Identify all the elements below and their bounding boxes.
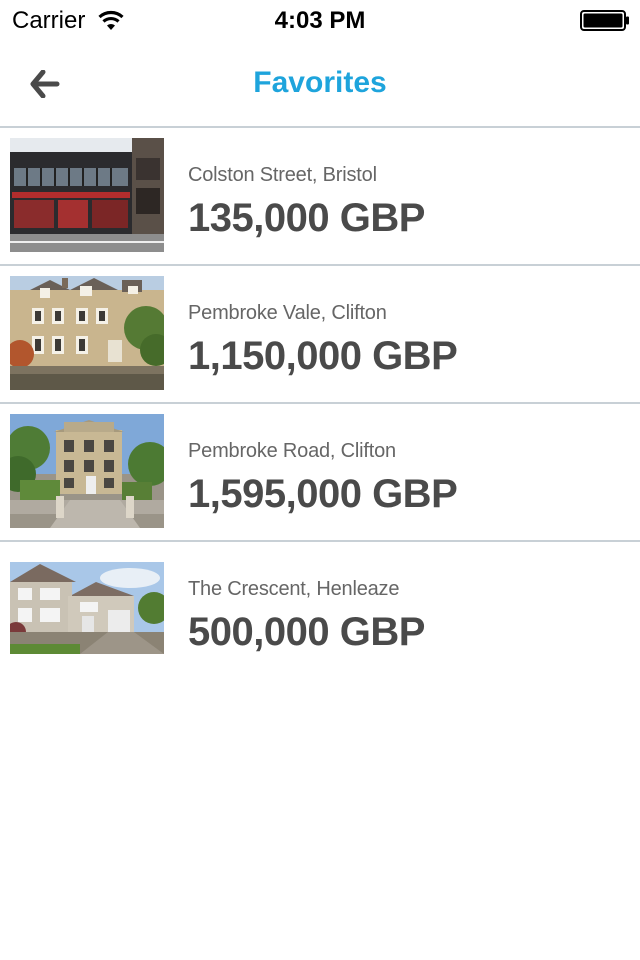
- property-price: 500,000 GBP: [188, 610, 425, 654]
- back-button[interactable]: [22, 62, 68, 106]
- favorites-list: Colston Street, Bristol 135,000 GBP Pemb…: [0, 128, 640, 680]
- property-thumbnail: [10, 552, 164, 666]
- property-thumbnail: [10, 138, 164, 252]
- property-address: Pembroke Road, Clifton: [188, 440, 396, 462]
- property-price: 1,595,000 GBP: [188, 472, 458, 516]
- property-price: 1,150,000 GBP: [188, 334, 458, 378]
- list-item[interactable]: The Crescent, Henleaze 500,000 GBP: [0, 542, 640, 680]
- list-item[interactable]: Colston Street, Bristol 135,000 GBP: [0, 128, 640, 266]
- property-address: The Crescent, Henleaze: [188, 578, 400, 600]
- back-arrow-icon: [30, 70, 60, 98]
- status-bar: Carrier 4:03 PM: [0, 0, 640, 40]
- navigation-bar: Favorites: [0, 40, 640, 128]
- page-title: Favorites: [253, 66, 387, 99]
- property-address: Colston Street, Bristol: [188, 164, 377, 186]
- property-thumbnail: [10, 414, 164, 528]
- battery-icon: [580, 10, 629, 31]
- property-address: Pembroke Vale, Clifton: [188, 302, 387, 324]
- clock-time: 4:03 PM: [274, 7, 366, 34]
- list-item[interactable]: Pembroke Vale, Clifton 1,150,000 GBP: [0, 266, 640, 404]
- property-thumbnail: [10, 276, 164, 390]
- property-price: 135,000 GBP: [188, 196, 425, 240]
- list-item[interactable]: Pembroke Road, Clifton 1,595,000 GBP: [0, 404, 640, 542]
